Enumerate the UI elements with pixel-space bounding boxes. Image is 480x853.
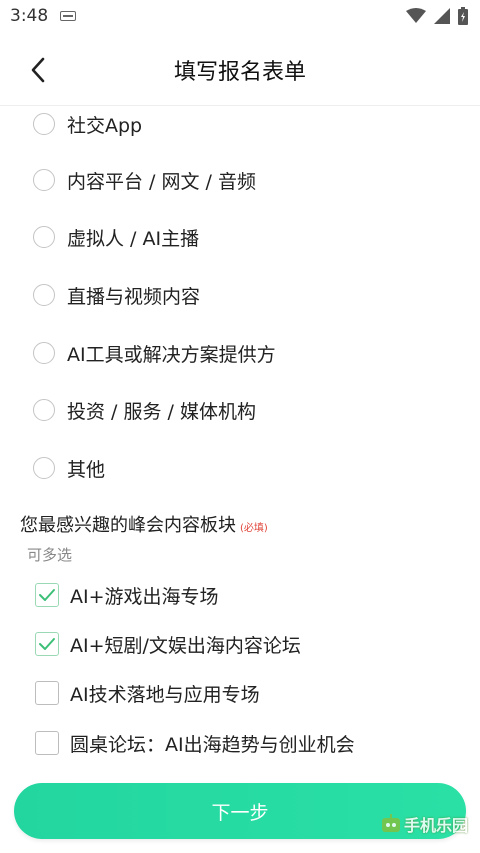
- checkbox-unchecked[interactable]: [35, 731, 59, 755]
- radio-option-live-video[interactable]: 直播与视频内容: [33, 277, 200, 313]
- checkbox-option-ai-game[interactable]: AI+游戏出海专场: [35, 577, 219, 613]
- radio-circle[interactable]: [33, 457, 55, 479]
- radio-label: 社交App: [67, 114, 143, 137]
- signal-icon: [434, 8, 450, 24]
- radio-circle[interactable]: [33, 342, 55, 364]
- watermark-logo: 手机乐园: [380, 812, 468, 836]
- radio-option-investment[interactable]: 投资 / 服务 / 媒体机构: [33, 392, 256, 428]
- question-title: 您最感兴趣的峰会内容板块 (必填): [20, 511, 268, 537]
- required-tag: (必填): [240, 523, 268, 534]
- radio-label: 直播与视频内容: [67, 285, 201, 308]
- radio-option-social-app[interactable]: 社交App: [33, 107, 142, 142]
- robot-icon: [381, 814, 400, 832]
- checkbox-label: 圆桌论坛：AI出海趋势与创业机会: [70, 733, 355, 756]
- checkbox-option-roundtable[interactable]: 圆桌论坛：AI出海趋势与创业机会: [35, 725, 355, 761]
- checkmark-icon: [39, 589, 55, 601]
- radio-circle[interactable]: [33, 226, 55, 248]
- question-text: 您最感兴趣的峰会内容板块: [20, 515, 236, 536]
- radio-option-content-platform[interactable]: 内容平台 / 网文 / 音频: [33, 162, 256, 198]
- radio-option-ai-tools[interactable]: AI工具或解决方案提供方: [33, 335, 276, 371]
- keyboard-icon: [60, 11, 77, 21]
- radio-option-other[interactable]: 其他: [33, 450, 105, 486]
- radio-label: 虚拟人 / AI主播: [67, 227, 200, 250]
- checkmark-icon: [39, 638, 55, 650]
- radio-option-virtual-human[interactable]: 虚拟人 / AI主播: [33, 219, 199, 255]
- status-bar: 3:48: [0, 0, 480, 32]
- checkbox-option-ai-tech[interactable]: AI技术落地与应用专场: [35, 675, 260, 711]
- multi-select-hint: 可多选: [27, 546, 73, 564]
- checkbox-label: AI+游戏出海专场: [70, 585, 219, 608]
- radio-label: AI工具或解决方案提供方: [67, 343, 276, 366]
- form-content[interactable]: 社交App 内容平台 / 网文 / 音频 虚拟人 / AI主播 直播与视频内容 …: [0, 107, 480, 772]
- watermark-text: 手机乐园: [403, 816, 468, 835]
- radio-circle[interactable]: [33, 284, 55, 306]
- checkbox-checked[interactable]: [35, 583, 59, 607]
- radio-label: 投资 / 服务 / 媒体机构: [67, 400, 256, 423]
- battery-icon: [458, 7, 468, 25]
- radio-circle[interactable]: [33, 399, 55, 421]
- radio-circle[interactable]: [33, 113, 55, 135]
- checkbox-label: AI+短剧/文娱出海内容论坛: [70, 634, 301, 657]
- app-header: 填写报名表单: [0, 32, 480, 106]
- checkbox-label: AI技术落地与应用专场: [70, 683, 260, 706]
- status-time: 3:48: [10, 6, 49, 26]
- checkbox-checked[interactable]: [35, 632, 59, 656]
- wifi-icon: [406, 8, 426, 23]
- radio-label: 内容平台 / 网文 / 音频: [67, 170, 256, 193]
- radio-label: 其他: [67, 458, 106, 481]
- checkbox-option-ai-drama[interactable]: AI+短剧/文娱出海内容论坛: [35, 626, 301, 662]
- radio-circle[interactable]: [33, 169, 55, 191]
- checkbox-unchecked[interactable]: [35, 681, 59, 705]
- page-title: 填写报名表单: [173, 60, 306, 85]
